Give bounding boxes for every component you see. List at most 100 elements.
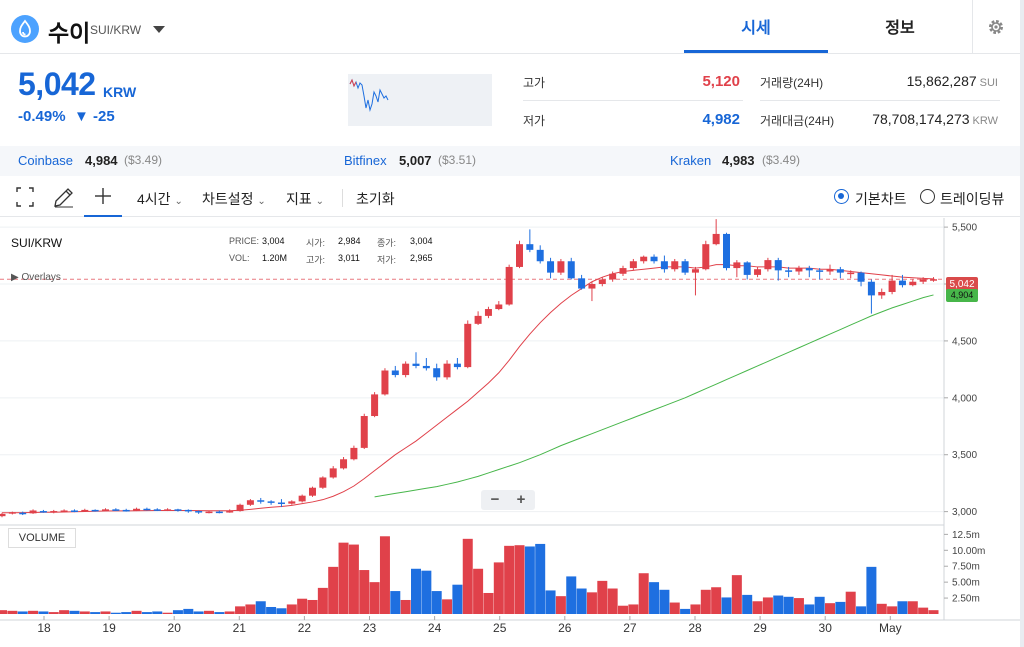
candle-body	[474, 315, 482, 324]
candle-body	[226, 511, 234, 513]
x-tick-label: 24	[428, 621, 442, 635]
exchange-usd: ($3.51)	[438, 153, 477, 167]
candle-body	[930, 279, 937, 281]
volume-bar	[607, 588, 618, 614]
ohlc-price-value: 3,004	[262, 236, 285, 246]
volume-bar	[897, 601, 908, 614]
indicators-select[interactable]: 지표 ⌄	[286, 189, 324, 209]
candle-body	[536, 249, 544, 262]
chevron-down-icon[interactable]	[153, 26, 165, 33]
coin-name[interactable]: 수이	[48, 14, 90, 48]
basic-chart-label[interactable]: 기본차트	[855, 189, 907, 209]
volume-bar	[307, 599, 318, 614]
volume-bar	[731, 575, 742, 614]
chevron-down-icon: ⌄	[174, 196, 183, 207]
candle-body	[184, 509, 192, 512]
volume-bar	[79, 611, 90, 614]
exchange-name[interactable]: Bitfinex	[344, 153, 387, 168]
price-unit: KRW	[103, 84, 137, 100]
volume-bar	[752, 601, 763, 614]
crosshair-button[interactable]	[84, 177, 122, 217]
volume-bar	[566, 576, 577, 614]
volume-bar	[297, 598, 308, 614]
tradingview-radio[interactable]	[920, 189, 935, 204]
tradingview-label[interactable]: 트레이딩뷰	[940, 189, 1004, 209]
candle-body	[236, 504, 244, 512]
volume-bar	[462, 538, 473, 614]
ohlc-close-label: 종가:	[377, 238, 397, 248]
basic-chart-radio[interactable]	[834, 189, 849, 204]
volume-bar	[618, 605, 628, 614]
draw-button[interactable]	[46, 177, 80, 217]
zoom-out-button[interactable]: −	[483, 491, 507, 509]
crosshair-icon	[95, 188, 111, 204]
volume-bar	[928, 610, 939, 614]
fullscreen-button[interactable]	[8, 177, 42, 217]
chart-settings-select[interactable]: 차트설정 ⌄	[202, 189, 266, 209]
volume-bar	[483, 592, 494, 614]
candle-body	[681, 261, 689, 273]
x-tick-label: 18	[37, 621, 51, 635]
tab-info[interactable]: 정보	[828, 0, 972, 53]
volume-bar	[493, 562, 504, 614]
volume-bar	[431, 591, 442, 614]
candle-body	[412, 363, 420, 366]
zoom-control: − +	[481, 490, 535, 510]
zoom-in-button[interactable]: +	[509, 491, 533, 509]
volume-bar	[700, 589, 711, 614]
x-tick-label: May	[879, 621, 902, 635]
exchange-price-row: Coinbase 4,984 ($3.49) Bitfinex 5,007 ($…	[0, 146, 1020, 176]
ohlc-vol-label: VOL:	[229, 253, 250, 263]
candle-body	[422, 365, 430, 369]
x-tick-label: 29	[753, 621, 767, 635]
reset-button[interactable]: 초기화	[356, 189, 395, 209]
exchange-name[interactable]: Coinbase	[18, 153, 73, 168]
divider	[523, 100, 743, 101]
tab-market-price[interactable]: 시세	[684, 0, 828, 53]
volume-bar	[597, 580, 608, 614]
volume-bar	[514, 545, 525, 614]
chart-pair-label: SUI/KRW	[11, 236, 63, 250]
settings-button[interactable]	[972, 0, 1020, 53]
candle-body	[340, 459, 348, 469]
price-chart[interactable]: 5,5005,0004,5004,0003,5003,00012.5m10.00…	[0, 218, 1020, 647]
volume-bar	[887, 606, 898, 614]
volume-bar	[576, 588, 587, 614]
gear-icon	[989, 20, 1003, 34]
mini-chart	[348, 74, 492, 126]
candle-body	[712, 233, 720, 245]
volume-bar	[411, 568, 421, 614]
divider	[342, 189, 343, 207]
y-tick-label: 4,500	[952, 336, 977, 347]
candle-body	[464, 323, 472, 368]
amount-label: 거래대금(24H)	[760, 114, 835, 128]
candle-body	[8, 512, 16, 514]
volume-bar	[680, 608, 691, 614]
candle-body	[723, 233, 730, 269]
candle-body	[588, 284, 596, 289]
volume-bar	[317, 587, 328, 614]
candle-body	[557, 261, 565, 273]
candle-body	[795, 268, 803, 272]
candle-body	[754, 269, 762, 275]
candle-body	[505, 266, 513, 305]
candle-body	[867, 281, 875, 296]
candle-body	[433, 368, 441, 378]
volume-bar	[649, 582, 660, 614]
candle-body	[246, 500, 254, 505]
ohlc-low-label: 저가:	[377, 255, 397, 265]
moving-average-short-line	[2, 264, 934, 514]
volume-indicator-button[interactable]: VOLUME	[8, 528, 76, 548]
volume-bar	[172, 610, 183, 614]
coin-pair[interactable]: SUI/KRW	[90, 23, 141, 37]
high-value: 5,120	[702, 73, 740, 90]
candle-body	[319, 477, 327, 488]
overlays-toggle[interactable]: ▶ Overlays	[11, 272, 61, 283]
volume-bar	[659, 589, 670, 614]
volume-bar	[100, 611, 111, 614]
volume-bar	[762, 597, 773, 614]
volume-bar	[131, 610, 142, 614]
candle-body	[909, 281, 917, 286]
interval-select[interactable]: 4시간 ⌄	[137, 189, 183, 209]
exchange-name[interactable]: Kraken	[670, 153, 711, 168]
